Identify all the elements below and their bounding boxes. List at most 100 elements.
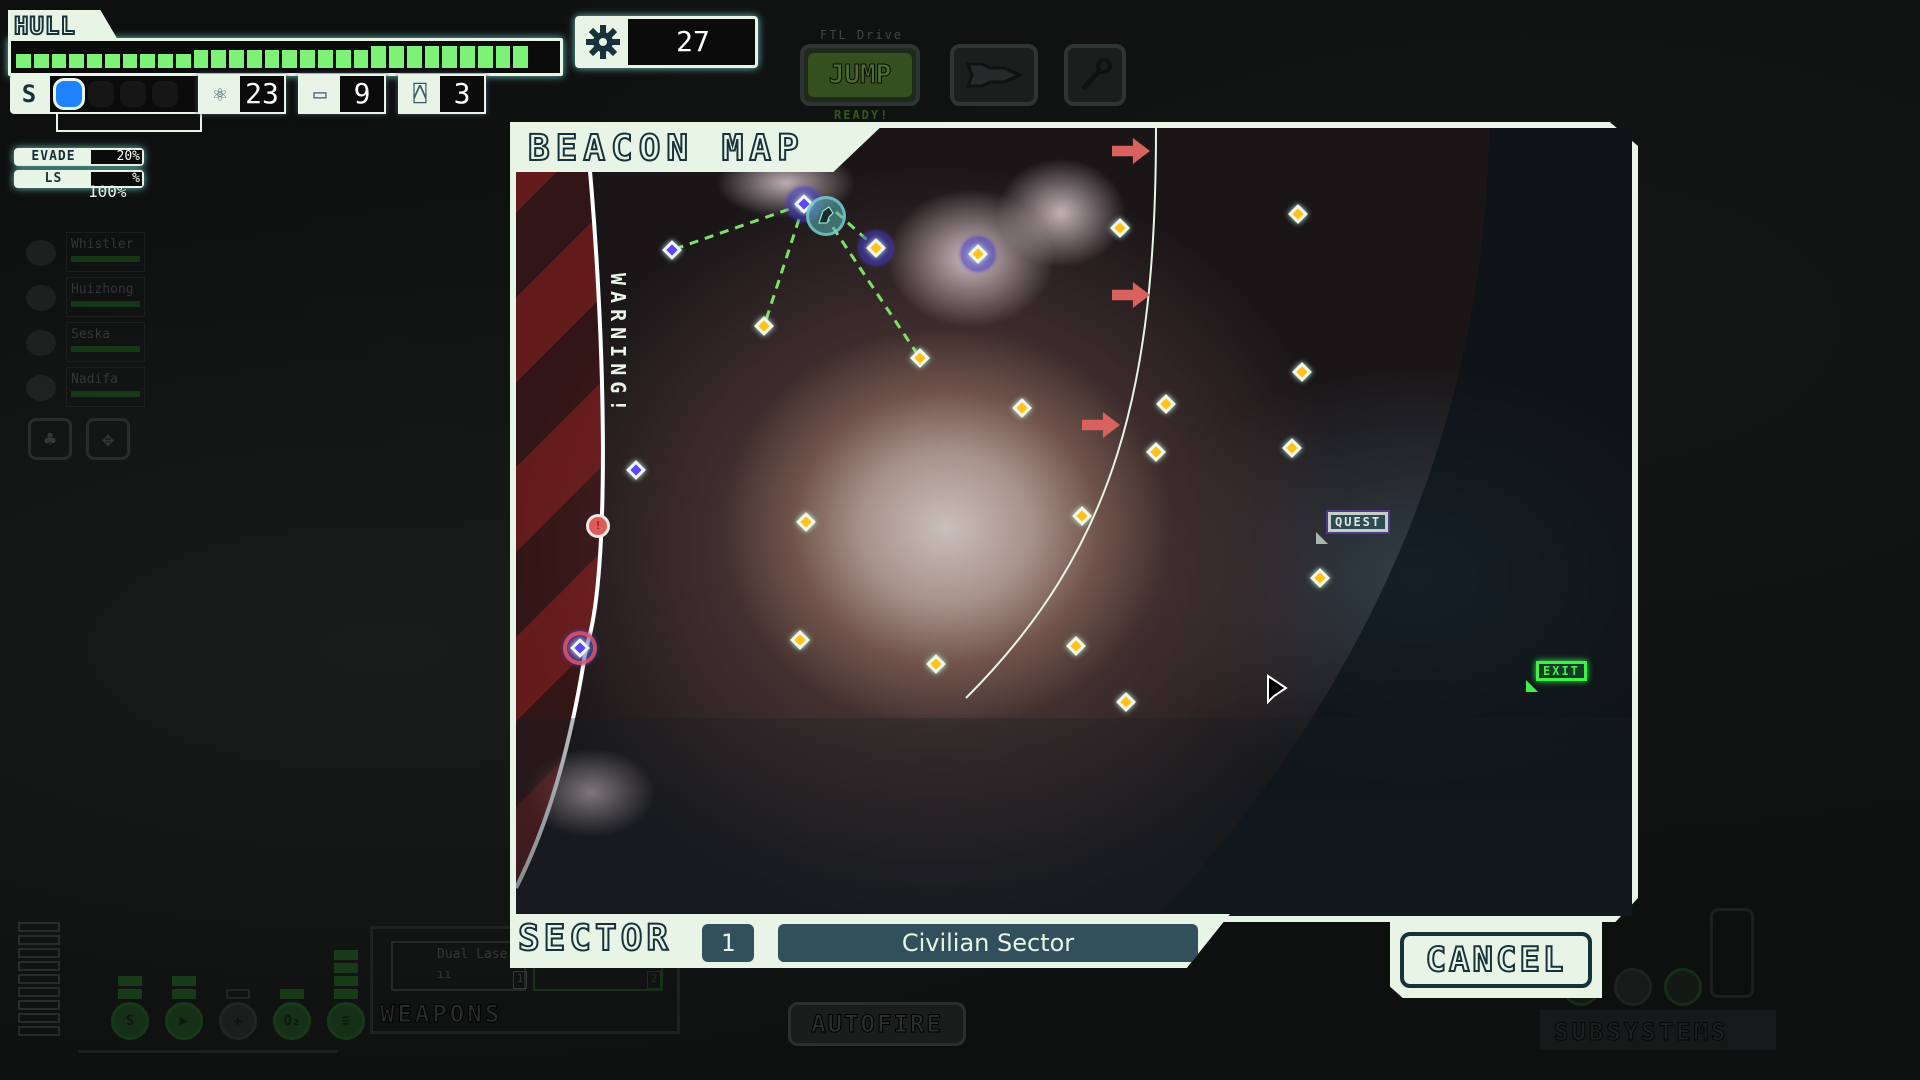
hull-bar — [16, 46, 546, 68]
crew-member[interactable]: Huizhong — [20, 277, 145, 321]
evade-label: EVADE — [16, 150, 91, 164]
save-crew-positions-button[interactable]: ♣ — [28, 418, 72, 460]
hull-segment — [158, 54, 173, 68]
reactor-power-bars — [18, 922, 60, 1039]
hull-segment — [424, 46, 440, 68]
shield-pips — [48, 74, 202, 114]
reactor-power-bar — [18, 922, 60, 932]
weapon-slot-number: 1 — [513, 971, 527, 989]
fleet-warning-icon: ! — [586, 514, 610, 538]
systems-tray — [78, 1050, 338, 1053]
shield-pip — [152, 81, 178, 107]
hull-segment — [264, 50, 280, 68]
quest-marker: QUEST — [1328, 512, 1389, 532]
hull-segment — [495, 46, 511, 68]
crew-member[interactable]: Seska — [20, 322, 145, 366]
subsystems-label: SUBSYSTEMS — [1554, 1018, 1729, 1047]
crew-name: Seska — [71, 327, 111, 342]
crew-health-bar — [71, 391, 140, 397]
drones-value: 3 — [453, 77, 471, 110]
hull-segment — [175, 54, 191, 68]
drone-icon: ⍓ — [400, 76, 440, 112]
reactor-power-bar — [18, 974, 60, 984]
hull-segment — [69, 54, 85, 68]
return-crew-button[interactable]: ✥ — [86, 418, 130, 460]
reactor-power-bar — [18, 1013, 60, 1023]
hull-segment — [335, 50, 351, 68]
ftl-status: READY! — [834, 108, 890, 122]
crew-health-bar — [71, 301, 140, 307]
shield-system-icon: S — [111, 1002, 149, 1040]
exit-marker: EXIT — [1536, 661, 1587, 681]
shield-icon: S — [10, 74, 48, 114]
crew-info: Whistler — [66, 232, 145, 272]
map-shade — [516, 718, 1632, 916]
hull-segment — [51, 54, 67, 68]
hull-segment — [300, 50, 316, 68]
subsystem-doors[interactable] — [1664, 968, 1702, 1006]
shield-pip — [88, 81, 114, 107]
system-weapons[interactable]: ≡ — [326, 950, 366, 1040]
crew-portrait — [26, 375, 56, 401]
ship-view-button[interactable] — [950, 44, 1038, 106]
drones-counter: ⍓ 3 — [398, 74, 486, 114]
crew-member[interactable]: Nadifa — [20, 367, 145, 411]
hull-segment — [104, 54, 120, 68]
scrap-counter: 27 — [575, 16, 758, 68]
jump-button[interactable]: JUMP — [800, 44, 920, 106]
weapon-charge: ıı — [437, 967, 452, 981]
hull-segment — [531, 46, 546, 68]
fuel-value: 23 — [245, 77, 279, 110]
ls-label: LS — [16, 172, 91, 186]
system-engines[interactable]: ▶ — [164, 976, 204, 1040]
upgrade-button[interactable] — [1064, 44, 1126, 106]
reactor-power-bar — [18, 1026, 60, 1036]
door-controls[interactable] — [1710, 908, 1754, 998]
system-oxygen[interactable]: O₂ — [272, 989, 312, 1040]
sector-label: SECTOR — [517, 917, 673, 960]
system-shields[interactable]: S — [110, 976, 150, 1040]
evade-value: 20% — [91, 150, 142, 164]
reactor-power-bar — [18, 1000, 60, 1010]
hull-segment — [477, 46, 493, 68]
engine-system-icon: ▶ — [165, 1002, 203, 1040]
hull-segment — [371, 46, 387, 68]
crew-name: Nadifa — [71, 372, 118, 387]
system-medbay[interactable]: ✚ — [218, 989, 258, 1040]
ftl-drive-label: FTL Drive — [820, 28, 904, 42]
systems-panel: S ▶ ✚ O₂ ≡ — [110, 950, 366, 1040]
mouse-cursor-icon — [1267, 674, 1288, 705]
hull-segment — [16, 54, 31, 68]
hull-segment — [246, 50, 262, 68]
crew-portrait — [26, 285, 56, 311]
reactor-power-bar — [18, 948, 60, 958]
weapons-system-icon: ≡ — [327, 1002, 365, 1040]
fuel-counter: ⚛ 23 — [198, 74, 286, 114]
crew-name: Huizhong — [71, 282, 134, 297]
subsystem-sensors[interactable] — [1614, 968, 1652, 1006]
autofire-button[interactable]: AUTOFIRE — [788, 1002, 966, 1046]
oxygen-system-icon: O₂ — [273, 1002, 311, 1040]
crew-info: Seska — [66, 322, 145, 362]
hull-segment — [513, 46, 529, 68]
hull-segment — [229, 50, 244, 68]
hull-segment — [33, 54, 49, 68]
sector-name: Civilian Sector — [778, 924, 1198, 962]
map-canvas: WARNING! ! QUEST EXIT — [516, 128, 1632, 916]
hull-segment — [140, 54, 156, 68]
medbay-system-icon: ✚ — [219, 1002, 257, 1040]
map-title: BEACON MAP — [527, 127, 805, 170]
hull-segment — [318, 50, 333, 68]
crew-portrait — [26, 240, 56, 266]
weapon-slot-1[interactable]: Dual Laser ıı 1 — [391, 941, 527, 991]
crew-member[interactable]: Whistler — [20, 232, 145, 276]
shield-underbar — [56, 114, 202, 132]
crew-health-bar — [71, 256, 140, 262]
ship-icon — [818, 206, 834, 224]
crew-info: Nadifa — [66, 367, 145, 407]
sector-number: 1 — [702, 924, 754, 962]
hull-segment — [282, 50, 298, 68]
crew-name: Whistler — [71, 237, 134, 252]
cancel-button[interactable]: CANCEL — [1400, 932, 1592, 988]
reactor-power-bar — [18, 935, 60, 945]
